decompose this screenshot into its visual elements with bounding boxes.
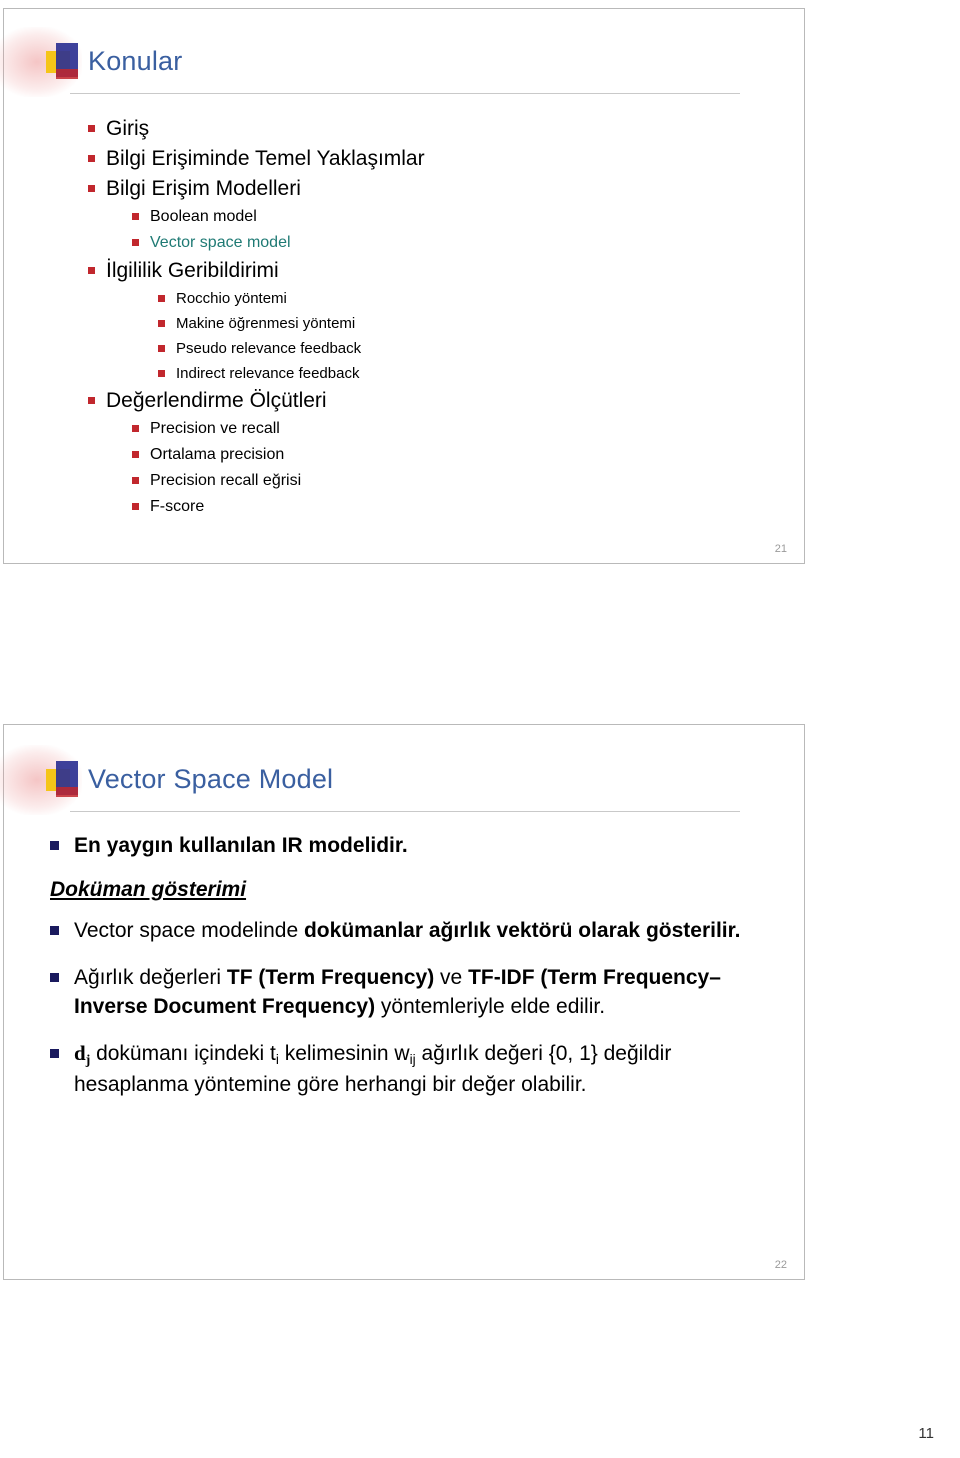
list-item-label: İlgililik Geribildirimi [106, 259, 279, 282]
title-divider [70, 811, 740, 812]
list-item-label: Makine öğrenmesi yöntemi [176, 315, 356, 332]
list-item: Bilgi Erişim Modelleri [84, 174, 784, 204]
list-item: Vector space model [128, 230, 784, 256]
bullet-icon [50, 973, 59, 982]
list-item: Ortalama precision [128, 442, 784, 468]
vsm-bullet-4-part1: dokümanı içindeki t [90, 1042, 276, 1065]
bullet-icon [50, 1049, 59, 1058]
list-item-label: F-score [150, 498, 205, 515]
slide-konular: Konular Giriş Bilgi Erişiminde Temel Yak… [0, 8, 805, 564]
list-item: Boolean model [128, 204, 784, 230]
slide-vector-space-model: Vector Space Model En yaygın kullanılan … [0, 724, 805, 1280]
title-divider [70, 93, 740, 94]
vsm-bullet-4-d: d [74, 1041, 86, 1065]
list-item-label: Rocchio yöntemi [176, 290, 287, 307]
bullet-icon [158, 370, 165, 377]
vsm-bullet-3-part3: yöntemleriyle elde edilir. [375, 995, 606, 1018]
vsm-bullet-1-label: En yaygın kullanılan IR modelidir. [74, 834, 408, 857]
vsm-bullet-3-text: Ağırlık değerleri TF (Term Frequency) ve… [74, 966, 721, 1018]
list-item: F-score [128, 494, 784, 520]
list-item: Pseudo relevance feedback [154, 336, 784, 361]
vsm-bullet-2-part1: Vector space modelinde [74, 919, 304, 942]
bullet-icon [158, 345, 165, 352]
vsm-bullet-3-part2: ve [434, 966, 469, 989]
bullet-icon [132, 213, 139, 220]
list-item-label: Pseudo relevance feedback [176, 340, 362, 357]
bullet-icon [88, 185, 95, 192]
list-item-label: Bilgi Erişim Modelleri [106, 177, 301, 200]
vsm-bullet-2-bold: dokümanlar ağırlık vektörü olarak göster… [303, 919, 741, 942]
list-item-label: Vector space model [150, 234, 291, 251]
bullet-icon [88, 155, 95, 162]
vsm-bullet-3-bold1: TF (Term Frequency) [226, 966, 435, 989]
title-decoration-icon [46, 761, 86, 801]
list-item-label: Değerlendirme Ölçütleri [106, 389, 327, 412]
list-item: Değerlendirme Ölçütleri [84, 386, 784, 416]
page-number: 11 [918, 1425, 934, 1442]
title-decoration-icon [46, 43, 86, 83]
bullet-icon [88, 125, 95, 132]
slide-title: Vector Space Model [88, 764, 334, 794]
bullet-icon [132, 477, 139, 484]
vsm-bullet-4-d-sub: j [85, 1052, 91, 1068]
vsm-bullet-3-part1: Ağırlık değerleri [74, 966, 227, 989]
vsm-bullet-3: Ağırlık değerleri TF (Term Frequency) ve… [40, 963, 780, 1021]
vsm-content: En yaygın kullanılan IR modelidir. Doküm… [40, 831, 780, 1117]
vsm-bullet-4: dj dokümanı içindeki ti kelimesinin wij … [40, 1039, 780, 1099]
bullet-icon [88, 397, 95, 404]
vsm-bullet-2: Vector space modelinde dokümanlar ağırlı… [40, 916, 780, 945]
vsm-bullet-4-part2: kelimesinin w [278, 1042, 410, 1065]
vsm-bullet-4-t-sub: i [275, 1052, 279, 1068]
vsm-bullet-1: En yaygın kullanılan IR modelidir. [40, 831, 780, 860]
list-item-label: Indirect relevance feedback [176, 365, 360, 382]
bullet-icon [50, 926, 59, 935]
bullet-icon [50, 841, 59, 850]
slide-number: 22 [774, 1259, 787, 1271]
bullet-icon [132, 503, 139, 510]
bullet-icon [88, 267, 95, 274]
list-item-label: Precision recall eğrisi [150, 472, 302, 489]
list-item: Makine öğrenmesi yöntemi [154, 311, 784, 336]
list-item: İlgililik Geribildirimi [84, 256, 784, 286]
vsm-bullet-4-text: dj dokümanı içindeki ti kelimesinin wij … [74, 1041, 671, 1096]
list-item: Precision ve recall [128, 416, 784, 442]
red-square-icon [56, 787, 78, 797]
list-item-label: Giriş [106, 117, 150, 140]
list-item-label: Boolean model [150, 208, 257, 225]
list-item-label: Ortalama precision [150, 446, 285, 463]
list-item: Precision recall eğrisi [128, 468, 784, 494]
bullet-icon [132, 425, 139, 432]
vsm-bullet-2-text: Vector space modelinde dokümanlar ağırlı… [74, 919, 740, 942]
list-item: Indirect relevance feedback [154, 361, 784, 386]
list-item-label: Precision ve recall [150, 420, 280, 437]
konular-bullet-list: Giriş Bilgi Erişiminde Temel Yaklaşımlar… [84, 114, 784, 520]
bullet-icon [132, 239, 139, 246]
red-square-icon [56, 69, 78, 79]
list-item: Giriş [84, 114, 784, 144]
slide-title: Konular [88, 46, 183, 76]
bullet-icon [158, 295, 165, 302]
list-item-label: Bilgi Erişiminde Temel Yaklaşımlar [106, 147, 425, 170]
vsm-subheading: Doküman gösterimi [50, 878, 247, 901]
slide-number: 21 [774, 543, 787, 555]
document-page: Konular Giriş Bilgi Erişiminde Temel Yak… [0, 0, 960, 1458]
bullet-icon [158, 320, 165, 327]
vsm-bullet-4-w-sub: ij [409, 1052, 416, 1068]
list-item: Bilgi Erişiminde Temel Yaklaşımlar [84, 144, 784, 174]
bullet-icon [132, 451, 139, 458]
list-item: Rocchio yöntemi [154, 286, 784, 311]
